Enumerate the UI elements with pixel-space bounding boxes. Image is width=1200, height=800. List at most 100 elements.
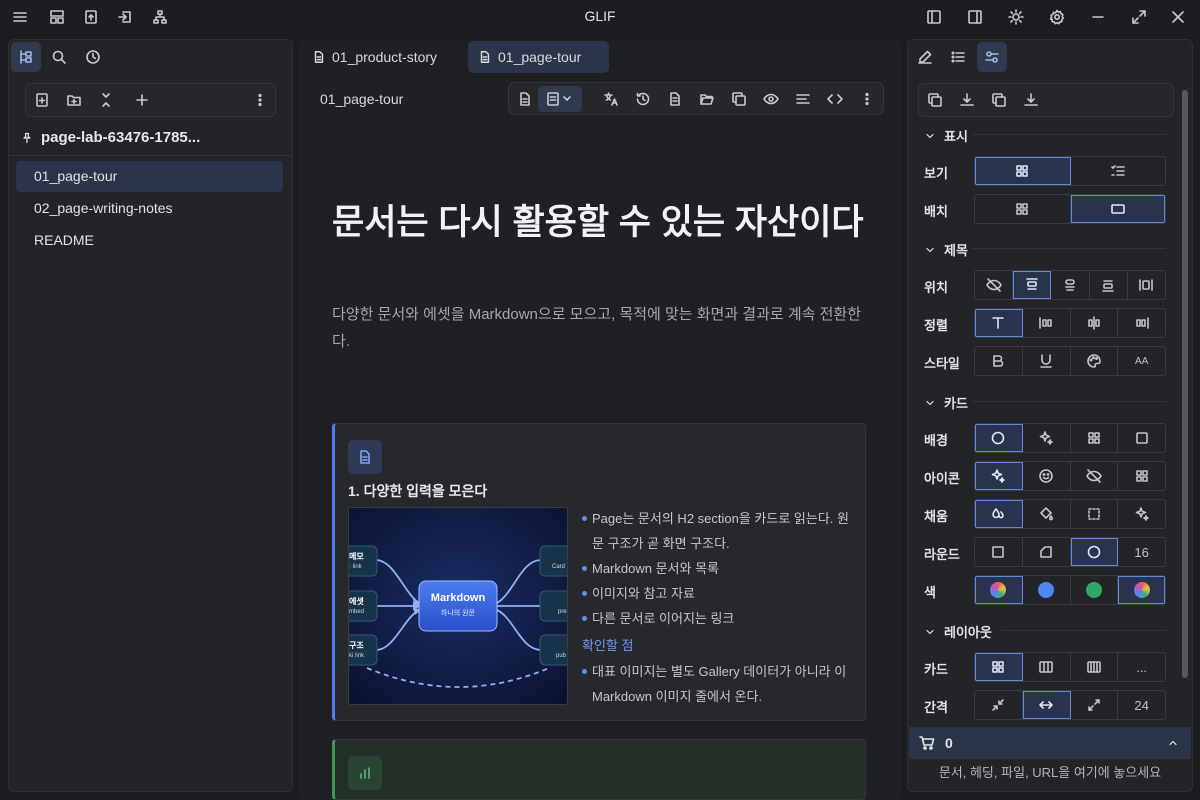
sparkles-icon[interactable]: [1023, 424, 1071, 452]
circle-icon[interactable]: [975, 424, 1023, 452]
grid-arrange-icon[interactable]: [975, 195, 1071, 223]
text-type-icon[interactable]: [975, 309, 1023, 337]
color-multi-swatch[interactable]: [975, 576, 1023, 604]
cart-bar[interactable]: 0: [909, 727, 1191, 759]
align-top-icon[interactable]: [1013, 271, 1052, 299]
file-corner-icon[interactable]: [1023, 538, 1071, 566]
search-icon[interactable]: [44, 42, 74, 72]
align-middle-icon[interactable]: [1051, 271, 1090, 299]
close-icon[interactable]: [1166, 5, 1190, 29]
file-item-01-page-tour[interactable]: 01_page-tour: [16, 161, 283, 192]
more-columns-button[interactable]: ...: [1118, 653, 1165, 681]
bold-icon[interactable]: [975, 347, 1023, 375]
collapse-all-icon[interactable]: [93, 87, 119, 113]
preview-eye-icon[interactable]: [758, 86, 784, 112]
grid-icon[interactable]: [1118, 462, 1165, 490]
gap-value[interactable]: 24: [1118, 691, 1165, 719]
minimize-icon[interactable]: [1086, 5, 1110, 29]
align-side-icon[interactable]: [1128, 271, 1165, 299]
settings-icon[interactable]: [1045, 5, 1069, 29]
eye-off-icon[interactable]: [975, 271, 1014, 299]
theme-icon[interactable]: [1004, 5, 1028, 29]
new-file-icon[interactable]: [29, 87, 55, 113]
list-item: Page는 문서의 H2 section을 카드로 읽는다. 원문 구조가 곧 …: [582, 506, 857, 556]
drop-zone[interactable]: 문서, 헤딩, 파일, URL을 여기에 놓으세요: [908, 762, 1192, 781]
align-left-icon[interactable]: [790, 86, 816, 112]
copy-icon[interactable]: [986, 87, 1012, 113]
drops-icon[interactable]: [975, 500, 1023, 528]
columns-4-icon[interactable]: [1071, 653, 1119, 681]
divider: [972, 401, 1166, 402]
section-layout-header[interactable]: 레이아웃: [924, 622, 992, 641]
editor-area: 01_product-story 01_page-tour 01_page-to…: [298, 39, 902, 800]
rainbow-swatch: [1133, 582, 1150, 598]
color-custom-swatch[interactable]: [1118, 576, 1165, 604]
justify-end-icon[interactable]: [1118, 309, 1165, 337]
grid-icon[interactable]: [1071, 424, 1119, 452]
outline-list-icon[interactable]: [943, 42, 973, 72]
code-icon[interactable]: [822, 86, 848, 112]
grid-icon[interactable]: [975, 653, 1023, 681]
download-icon[interactable]: [954, 87, 980, 113]
palette-icon[interactable]: [1071, 347, 1119, 375]
left-sidebar-toggle-icon[interactable]: [922, 5, 946, 29]
expand-icon[interactable]: [1071, 691, 1119, 719]
translate-icon[interactable]: [598, 86, 624, 112]
file-text-icon[interactable]: [662, 86, 688, 112]
sparkles-icon[interactable]: [1118, 500, 1165, 528]
page-view-dropdown[interactable]: [538, 86, 582, 112]
underline-icon[interactable]: [1023, 347, 1071, 375]
single-arrange-icon[interactable]: [1070, 195, 1165, 223]
list-view-icon[interactable]: [1071, 157, 1166, 185]
circle-icon[interactable]: [1070, 538, 1119, 566]
copy-icon[interactable]: [726, 86, 752, 112]
history-icon[interactable]: [630, 86, 656, 112]
document-view-icon[interactable]: [512, 86, 538, 112]
section-title-header[interactable]: 제목: [924, 240, 968, 259]
font-size-button[interactable]: AA: [1118, 347, 1165, 375]
view-settings-tab-icon[interactable]: [977, 42, 1007, 72]
chevron-down-icon: [924, 397, 936, 409]
more-icon[interactable]: [247, 87, 273, 113]
sparkles-icon[interactable]: [975, 462, 1023, 490]
file-item-02-page-writing-notes[interactable]: 02_page-writing-notes: [16, 193, 283, 224]
horizontal-arrows-icon[interactable]: [1022, 691, 1071, 719]
paint-bucket-icon[interactable]: [1023, 500, 1071, 528]
vault-name[interactable]: page-lab-63476-1785...: [21, 129, 200, 146]
justify-center-icon[interactable]: [1071, 309, 1119, 337]
square-icon[interactable]: [1118, 424, 1165, 452]
grid-view-icon[interactable]: [975, 157, 1071, 185]
section-display-header[interactable]: 표시: [924, 126, 968, 145]
new-folder-icon[interactable]: [61, 87, 87, 113]
color-green-swatch[interactable]: [1071, 576, 1119, 604]
dashed-square-icon[interactable]: [1071, 500, 1119, 528]
file-item-readme[interactable]: README: [16, 225, 283, 256]
file-tree-tab-icon[interactable]: [11, 42, 41, 72]
justify-start-icon[interactable]: [1023, 309, 1071, 337]
color-blue-swatch[interactable]: [1023, 576, 1071, 604]
tab-01-product-story[interactable]: 01_product-story: [302, 41, 449, 73]
chevron-up-icon[interactable]: [1167, 737, 1179, 749]
tab-01-page-tour[interactable]: 01_page-tour: [468, 41, 609, 73]
shrink-icon[interactable]: [975, 691, 1023, 719]
smile-icon[interactable]: [1023, 462, 1071, 490]
section-card-header[interactable]: 카드: [924, 393, 968, 412]
add-icon[interactable]: [129, 87, 155, 113]
eye-off-icon[interactable]: [1071, 462, 1119, 490]
cards-segmented-control: ...: [974, 652, 1166, 682]
columns-3-icon[interactable]: [1023, 653, 1071, 681]
align-bottom-icon[interactable]: [1090, 271, 1128, 299]
history-icon[interactable]: [78, 42, 108, 72]
scrollbar[interactable]: [1182, 90, 1188, 678]
edit-icon[interactable]: [910, 42, 940, 72]
color-label: 색: [924, 585, 936, 600]
document-icon: [312, 50, 326, 64]
download-icon[interactable]: [1018, 87, 1044, 113]
copy-icon[interactable]: [922, 87, 948, 113]
maximize-icon[interactable]: [1127, 5, 1151, 29]
more-icon[interactable]: [854, 86, 880, 112]
right-sidebar-toggle-icon[interactable]: [963, 5, 987, 29]
folder-open-icon[interactable]: [694, 86, 720, 112]
round-value[interactable]: 16: [1118, 538, 1165, 566]
square-corner-icon[interactable]: [975, 538, 1023, 566]
